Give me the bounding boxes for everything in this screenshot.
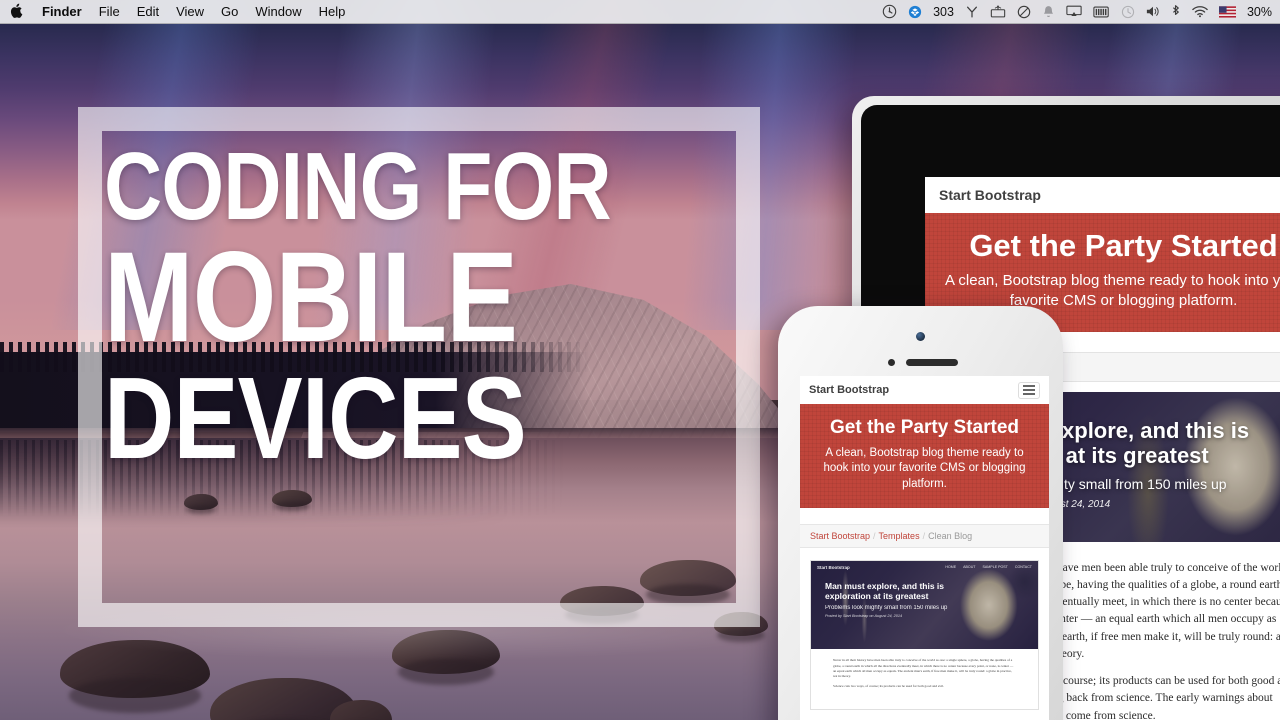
preview-post-title: Man must explore, and this is exploratio… bbox=[825, 581, 945, 602]
phone-front-camera bbox=[916, 332, 925, 341]
breadcrumb-sep: / bbox=[873, 531, 876, 542]
tablet-nav-brand[interactable]: Start Bootstrap bbox=[939, 187, 1041, 203]
clock-history-icon[interactable] bbox=[1121, 5, 1135, 19]
preview-post-paragraph: Never in all their history have men been… bbox=[833, 658, 1014, 679]
phone-earpiece-speaker bbox=[906, 359, 958, 366]
breadcrumb-item-templates[interactable]: Templates bbox=[879, 531, 920, 541]
do-not-disturb-icon[interactable] bbox=[1017, 5, 1031, 19]
menu-bar-status-items: 303 30% bbox=[882, 4, 1272, 19]
screen-sharing-icon[interactable] bbox=[990, 5, 1006, 19]
preview-post-body: Never in all their history have men been… bbox=[811, 649, 1038, 688]
bell-icon[interactable] bbox=[1042, 5, 1055, 19]
apple-logo-icon[interactable] bbox=[10, 3, 23, 21]
phone-hero-subtitle: A clean, Bootstrap blog theme ready to h… bbox=[823, 446, 1026, 490]
tablet-hero-title: Get the Party Started bbox=[969, 228, 1278, 263]
preview-post-heading-block: Man must explore, and this is exploratio… bbox=[811, 561, 1038, 618]
phone-breadcrumb: Start Bootstrap / Templates / Clean Blog bbox=[800, 524, 1049, 549]
dropbox-count: 303 bbox=[933, 4, 954, 19]
dropbox-icon[interactable] bbox=[908, 5, 922, 19]
menu-go[interactable]: Go bbox=[221, 4, 238, 19]
menu-view[interactable]: View bbox=[176, 4, 204, 19]
breadcrumb-sep: / bbox=[922, 531, 926, 542]
battery-percentage: 30% bbox=[1246, 4, 1272, 19]
us-flag-icon[interactable] bbox=[1218, 5, 1236, 18]
breadcrumb-item-start-bootstrap[interactable]: Start Bootstrap bbox=[810, 531, 870, 541]
preview-hero-image: Start Bootstrap HOME ABOUT SAMPLE POST C… bbox=[811, 561, 1038, 650]
preview-post-subtitle: Problems look mighty small from 150 mile… bbox=[825, 605, 948, 612]
bluetooth-icon[interactable] bbox=[1171, 4, 1181, 19]
phone-nav-brand[interactable]: Start Bootstrap bbox=[809, 384, 889, 396]
menu-bar-left: Finder File Edit View Go Window Help bbox=[10, 3, 345, 21]
airplay-icon[interactable] bbox=[1066, 5, 1082, 18]
breadcrumb-current: Clean Blog bbox=[928, 531, 973, 542]
volume-icon[interactable] bbox=[1146, 5, 1160, 18]
vpn-icon[interactable] bbox=[965, 5, 979, 19]
tablet-navbar: Start Bootstrap bbox=[925, 177, 1280, 213]
title-line-3: DEVICES bbox=[104, 353, 527, 484]
timemachine-icon[interactable] bbox=[882, 4, 897, 19]
title-line-1: CODING FOR bbox=[104, 133, 612, 240]
phone-template-preview[interactable]: Start Bootstrap HOME ABOUT SAMPLE POST C… bbox=[810, 560, 1039, 711]
macos-menu-bar: Finder File Edit View Go Window Help 303 bbox=[0, 0, 1280, 24]
menu-file[interactable]: File bbox=[99, 4, 120, 19]
battery-meter-icon[interactable] bbox=[1093, 6, 1110, 18]
title-card-text: CODING FOR MOBILE DEVICES bbox=[104, 133, 744, 610]
phone-hero-title: Get the Party Started bbox=[830, 417, 1019, 438]
phone-navbar: Start Bootstrap bbox=[800, 376, 1049, 404]
title-line-2: MOBILE bbox=[104, 226, 518, 370]
menu-finder[interactable]: Finder bbox=[42, 4, 82, 19]
wifi-icon[interactable] bbox=[1192, 5, 1208, 18]
phone-proximity-sensor bbox=[888, 359, 895, 366]
preview-post-meta: Posted by Start Bootstrap on August 24, … bbox=[825, 614, 903, 619]
phone-hero: Get the Party Started A clean, Bootstrap… bbox=[800, 404, 1049, 508]
menu-help[interactable]: Help bbox=[319, 4, 346, 19]
phone-screen: Start Bootstrap Get the Party Started A … bbox=[800, 376, 1049, 720]
phone-device: Start Bootstrap Get the Party Started A … bbox=[778, 306, 1063, 720]
menu-window[interactable]: Window bbox=[255, 4, 301, 19]
hamburger-menu-icon[interactable] bbox=[1018, 381, 1040, 399]
menu-edit[interactable]: Edit bbox=[137, 4, 159, 19]
preview-post-paragraph: Science cuts two ways, of course; its pr… bbox=[833, 683, 944, 688]
